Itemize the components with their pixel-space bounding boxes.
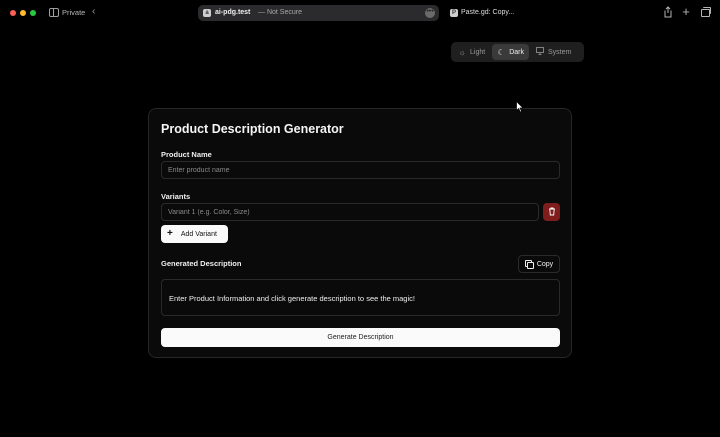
- copy-button[interactable]: Copy: [518, 255, 560, 273]
- more-icon[interactable]: •••: [425, 8, 435, 18]
- private-label: Private: [62, 8, 86, 17]
- sun-icon: ☼: [458, 47, 466, 57]
- add-variant-label: Add Variant: [180, 230, 217, 238]
- share-icon[interactable]: [662, 6, 674, 18]
- plus-icon: +: [167, 228, 173, 239]
- generated-description-label: Generated Description: [161, 259, 242, 268]
- variant-input[interactable]: [161, 203, 539, 221]
- tab-label: Paste.gd: Copy...: [461, 9, 515, 16]
- theme-light-label: Light: [470, 48, 486, 56]
- tab-paste-gd[interactable]: P Paste.gd: Copy...: [446, 5, 521, 21]
- browser-toolbar: Private ‹ a ai-pdg.test — Not Secure •••…: [0, 0, 720, 26]
- copy-icon: [524, 260, 534, 269]
- monitor-icon: [536, 47, 544, 57]
- theme-dark-label: Dark: [509, 48, 524, 56]
- new-tab-icon[interactable]: +: [680, 5, 692, 18]
- page-title: Product Description Generator: [161, 122, 344, 136]
- product-name-input[interactable]: [161, 161, 560, 179]
- page-content: ☼ Light ☾ Dark System Product Descriptio…: [0, 26, 720, 437]
- output-text: Enter Product Information and click gene…: [169, 294, 415, 303]
- maximize-window-button[interactable]: [30, 10, 36, 16]
- theme-dark-button[interactable]: ☾ Dark: [492, 44, 529, 60]
- close-window-button[interactable]: [10, 10, 16, 16]
- theme-system-button[interactable]: System: [531, 44, 576, 60]
- product-name-label: Product Name: [161, 150, 212, 159]
- trash-icon: [548, 203, 556, 221]
- variants-label: Variants: [161, 192, 191, 201]
- generated-description-output[interactable]: Enter Product Information and click gene…: [161, 279, 560, 316]
- page-icon: P: [450, 9, 458, 17]
- generate-description-button[interactable]: Generate Description: [161, 328, 560, 347]
- security-status: — Not Secure: [258, 9, 302, 16]
- url-host: ai-pdg.test: [215, 9, 251, 16]
- add-variant-button[interactable]: + Add Variant: [161, 225, 228, 243]
- theme-system-label: System: [547, 48, 572, 56]
- generate-label: Generate Description: [327, 334, 394, 341]
- theme-light-button[interactable]: ☼ Light: [453, 44, 490, 60]
- address-bar[interactable]: a ai-pdg.test — Not Secure •••: [198, 5, 439, 21]
- delete-variant-button[interactable]: [543, 203, 560, 221]
- back-icon[interactable]: ‹: [92, 6, 95, 18]
- page-icon: a: [203, 9, 211, 17]
- moon-icon: ☾: [497, 47, 505, 57]
- sidebar-icon[interactable]: [49, 8, 59, 17]
- tab-overview-icon[interactable]: [699, 6, 711, 18]
- copy-label: Copy: [536, 260, 554, 268]
- minimize-window-button[interactable]: [20, 10, 26, 16]
- generator-card: Product Description Generator Product Na…: [148, 108, 572, 358]
- theme-switcher: ☼ Light ☾ Dark System: [451, 42, 584, 62]
